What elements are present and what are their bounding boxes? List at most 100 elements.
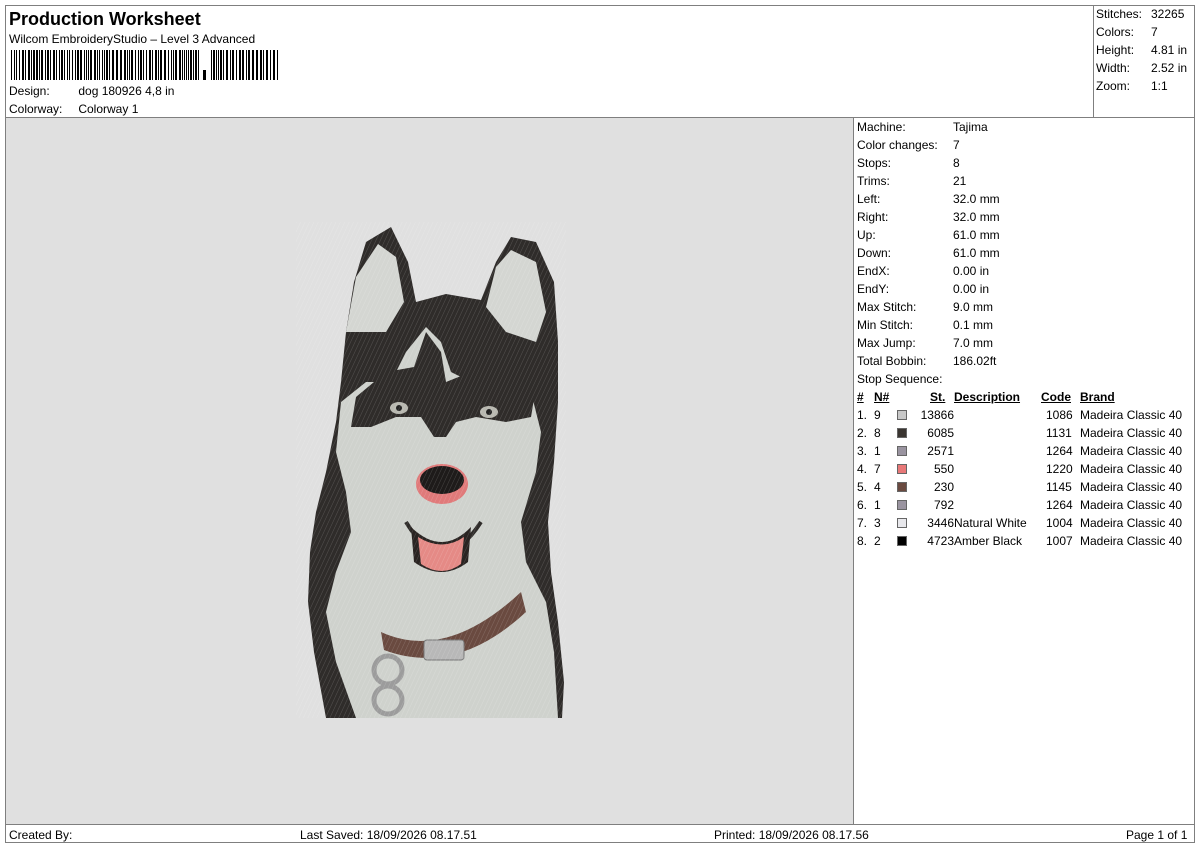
worksheet-header: Production Worksheet Wilcom EmbroiderySt… — [6, 6, 1094, 118]
color-swatch — [897, 410, 907, 420]
col-header-number: # — [857, 390, 864, 404]
machine-property-row: Min Stitch: 0.1 mm — [857, 318, 993, 332]
stop-row-brand: Madeira Classic 40 — [1080, 462, 1183, 476]
machine-property-row: Max Jump: 7.0 mm — [857, 336, 993, 350]
stat-value: 32265 — [1151, 7, 1185, 21]
machine-property-row: Machine: Tajima — [857, 120, 988, 134]
property-label: Left: — [857, 192, 881, 206]
colorway-row: Colorway: Colorway 1 — [9, 102, 138, 116]
property-value: 0.00 in — [953, 282, 990, 296]
color-swatch — [897, 500, 907, 510]
col-header-stitches: St. — [930, 390, 946, 404]
col-header-description: Description — [954, 390, 1021, 404]
stop-row-code: 1220 — [1046, 462, 1073, 476]
property-value: 61.0 mm — [953, 228, 1000, 242]
stop-row-needle: 1 — [874, 444, 881, 458]
stop-row-brand: Madeira Classic 40 — [1080, 480, 1183, 494]
property-label: Max Stitch: — [857, 300, 917, 314]
property-value: 32.0 mm — [953, 192, 1000, 206]
property-label: Trims: — [857, 174, 890, 188]
property-label: Min Stitch: — [857, 318, 914, 332]
property-value: 8 — [953, 156, 960, 170]
property-label: Right: — [857, 210, 889, 224]
printed-date: Printed: 18/09/2026 08.17.56 — [714, 828, 869, 842]
machine-property-row: Color changes: 7 — [857, 138, 960, 152]
stat-zoom: Zoom: 1:1 — [1096, 79, 1193, 93]
stop-row-code: 1004 — [1046, 516, 1073, 530]
stop-row-needle: 2 — [874, 534, 881, 548]
design-label: Design: — [9, 84, 50, 98]
property-label: EndY: — [857, 282, 890, 296]
barcode — [11, 50, 278, 80]
property-value: 9.0 mm — [953, 300, 994, 314]
machine-info-panel: Machine: Tajima Color changes: 7 Stops: 8 Trim… — [854, 118, 1195, 824]
color-swatch — [897, 482, 907, 492]
col-header-brand: Brand — [1080, 390, 1115, 404]
stop-row-brand: Madeira Classic 40 — [1080, 534, 1183, 548]
property-value: 7 — [953, 138, 960, 152]
machine-property-row: Down: 61.0 mm — [857, 246, 1000, 260]
stop-row-stitches: 2571 — [927, 444, 954, 458]
stat-value: 2.52 in — [1151, 61, 1188, 75]
property-label: Max Jump: — [857, 336, 916, 350]
stat-value: 4.81 in — [1151, 43, 1188, 57]
stop-row-stitches: 3446 — [927, 516, 954, 530]
stop-row-brand: Madeira Classic 40 — [1080, 516, 1183, 530]
property-value: 0.1 mm — [953, 318, 994, 332]
colorway-label: Colorway: — [9, 102, 63, 116]
color-swatch — [897, 536, 907, 546]
stat-label: Height: — [1096, 43, 1135, 57]
stop-row-number: 6. — [857, 498, 868, 512]
property-value: 0.00 in — [953, 264, 990, 278]
machine-property-row: Total Bobbin: 186.02ft — [857, 354, 996, 368]
stop-row-stitches: 230 — [933, 480, 954, 494]
machine-property-row: Up: 61.0 mm — [857, 228, 1000, 242]
stop-row-brand: Madeira Classic 40 — [1080, 426, 1183, 440]
stop-row-needle: 3 — [874, 516, 881, 530]
colorway-value: Colorway 1 — [78, 102, 139, 116]
stop-row-number: 8. — [857, 534, 868, 548]
stop-row-code: 1264 — [1046, 444, 1073, 458]
stop-row-code: 1131 — [1046, 426, 1072, 440]
stop-row-stitches: 550 — [933, 462, 954, 476]
stat-label: Zoom: — [1096, 79, 1131, 93]
design-stats: Stitches: 32265 Colors: 7 Height: 4.81 in W… — [1094, 6, 1195, 118]
stop-row-needle: 1 — [874, 498, 881, 512]
worksheet-frame: Production Worksheet Wilcom EmbroiderySt… — [5, 5, 1195, 843]
property-value: 61.0 mm — [953, 246, 1000, 260]
property-label: Color changes: — [857, 138, 938, 152]
stop-row-needle: 7 — [874, 462, 881, 476]
property-value: 32.0 mm — [953, 210, 1000, 224]
last-saved: Last Saved: 18/09/2026 08.17.51 — [300, 828, 477, 842]
machine-property-row: EndY: 0.00 in — [857, 282, 989, 296]
stop-row-stitches: 13866 — [920, 408, 954, 422]
design-row: Design: dog 180926 4,8 in — [9, 84, 174, 98]
machine-property-row: Stops: 8 — [857, 156, 960, 170]
stop-row-description: Natural White — [954, 516, 1027, 530]
property-label: Down: — [857, 246, 892, 260]
stat-label: Colors: — [1096, 25, 1135, 39]
machine-property-row: Left: 32.0 mm — [857, 192, 1000, 206]
stat-width: Width: 2.52 in — [1096, 61, 1193, 75]
col-header-needle: N# — [874, 390, 890, 404]
created-by: Created By: — [9, 828, 73, 842]
stop-row-code: 1007 — [1046, 534, 1073, 548]
husky-embroidery-image — [296, 222, 566, 718]
stop-sequence-label: Stop Sequence: — [857, 372, 943, 386]
color-swatch — [897, 464, 907, 474]
page-number: Page 1 of 1 — [1126, 828, 1188, 842]
stop-row-needle: 9 — [874, 408, 881, 422]
stop-row-number: 5. — [857, 480, 868, 494]
stop-row-code: 1264 — [1046, 498, 1073, 512]
stop-row-number: 4. — [857, 462, 868, 476]
machine-property-row: EndX: 0.00 in — [857, 264, 989, 278]
property-value: 7.0 mm — [953, 336, 994, 350]
stat-label: Width: — [1096, 61, 1131, 75]
page-title: Production Worksheet — [9, 9, 201, 29]
design-preview — [6, 118, 854, 824]
stop-row-number: 3. — [857, 444, 868, 458]
property-label: Up: — [857, 228, 876, 242]
stop-row-number: 7. — [857, 516, 868, 530]
stat-height: Height: 4.81 in — [1096, 43, 1193, 57]
stop-row-stitches: 6085 — [927, 426, 954, 440]
